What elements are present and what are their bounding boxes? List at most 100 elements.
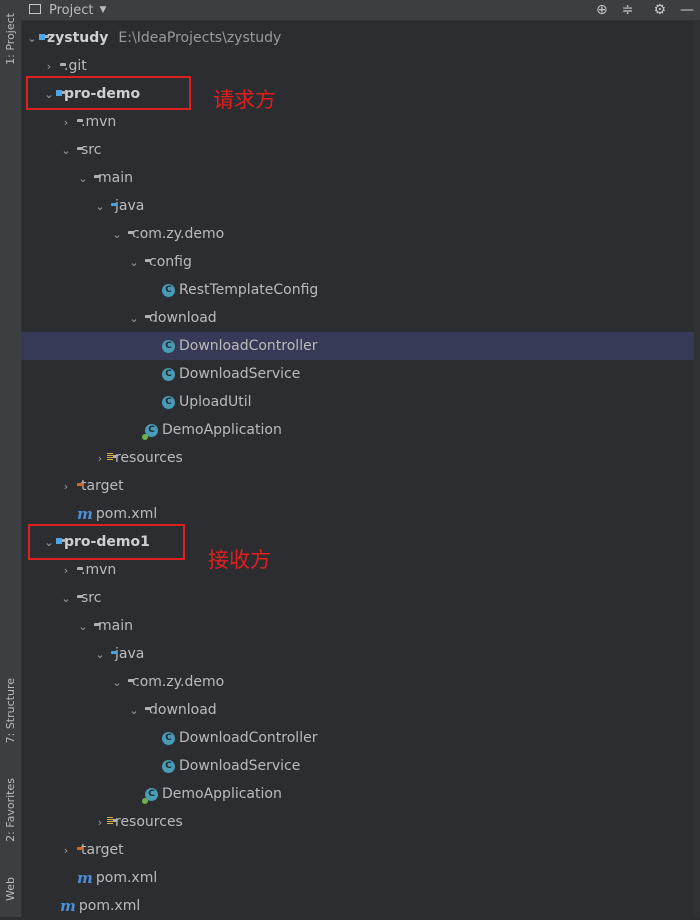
chevron-down-icon[interactable]: ⌄: [93, 200, 107, 213]
chevron-right-icon[interactable]: ›: [59, 480, 73, 493]
tree-row-root-pom[interactable]: m pom.xml: [21, 892, 700, 920]
target-folder-label: target: [81, 842, 124, 858]
web-tool-tab[interactable]: Web: [0, 864, 21, 914]
scrollbar[interactable]: [694, 20, 700, 917]
class-icon: C: [162, 283, 175, 297]
chevron-down-icon[interactable]: ⌄: [25, 32, 39, 45]
chevron-down-icon[interactable]: ⌄: [110, 228, 124, 241]
hide-icon[interactable]: —: [680, 0, 694, 20]
tree-row-demo-application[interactable]: › C DemoApplication: [21, 780, 700, 808]
chevron-down-icon[interactable]: ⌄: [110, 676, 124, 689]
tree-row-root[interactable]: ⌄ zystudy E:\IdeaProjects\zystudy: [21, 24, 700, 52]
tree-row-resources[interactable]: › resources: [21, 808, 700, 836]
chevron-down-icon[interactable]: ▼: [99, 5, 106, 15]
class-icon: C: [162, 367, 175, 381]
tree-row-java[interactable]: ⌄ java: [21, 192, 700, 220]
root-pom-file-label: pom.xml: [78, 898, 141, 914]
project-view-icon: [29, 4, 41, 14]
maven-icon: m: [60, 897, 76, 915]
class-icon: C: [162, 759, 175, 773]
src-folder-label: src: [81, 590, 102, 606]
download-controller-label: DownloadController: [179, 338, 318, 354]
tree-row-mvn[interactable]: › .mvn: [21, 108, 700, 136]
structure-tool-tab-label: 7: Structure: [4, 678, 17, 744]
demo-application-label: DemoApplication: [162, 786, 282, 802]
tree-row-target[interactable]: › target: [21, 472, 700, 500]
config-package-label: config: [149, 254, 192, 270]
structure-tool-tab[interactable]: 7: Structure: [0, 670, 21, 752]
tree-row-java[interactable]: ⌄ java: [21, 640, 700, 668]
upload-util-label: UploadUtil: [179, 394, 252, 410]
locate-icon[interactable]: ⊕: [596, 0, 608, 20]
tree-row-pom[interactable]: m pom.xml: [21, 864, 700, 892]
tree-row-target[interactable]: › target: [21, 836, 700, 864]
chevron-down-icon[interactable]: ⌄: [127, 256, 141, 269]
class-icon: C: [162, 339, 175, 353]
tree-row-src[interactable]: ⌄ src: [21, 136, 700, 164]
main-folder-label: main: [98, 170, 133, 186]
package-label: com.zy.demo: [132, 674, 225, 690]
chevron-down-icon[interactable]: ⌄: [59, 144, 73, 157]
chevron-down-icon[interactable]: ⌄: [59, 592, 73, 605]
tree-row-download-service[interactable]: › C DownloadService: [21, 752, 700, 780]
annotation-box-receiver: [28, 524, 185, 560]
chevron-right-icon[interactable]: ›: [59, 564, 73, 577]
collapse-all-icon[interactable]: ≑: [622, 0, 634, 20]
tree-row-package[interactable]: ⌄ com.zy.demo: [21, 220, 700, 248]
chevron-right-icon[interactable]: ›: [42, 60, 56, 73]
tree-row-download-controller[interactable]: › C DownloadController: [21, 724, 700, 752]
tree-row-config[interactable]: ⌄ config: [21, 248, 700, 276]
src-folder-label: src: [81, 142, 102, 158]
package-label: com.zy.demo: [132, 226, 225, 242]
pom-file-label: pom.xml: [95, 870, 158, 886]
chevron-down-icon[interactable]: ⌄: [76, 620, 90, 633]
mvn-folder-label: .mvn: [81, 562, 117, 578]
favorites-tool-tab[interactable]: 2: Favorites: [0, 768, 21, 852]
mvn-folder-label: .mvn: [81, 114, 117, 130]
spring-boot-app-icon: C: [145, 423, 158, 437]
tree-row-rest-template-config[interactable]: › C RestTemplateConfig: [21, 276, 700, 304]
tree-row-src[interactable]: ⌄ src: [21, 584, 700, 612]
resources-folder-label: resources: [115, 450, 183, 466]
tree-row-upload-util[interactable]: › C UploadUtil: [21, 388, 700, 416]
chevron-right-icon[interactable]: ›: [59, 116, 73, 129]
java-folder-label: java: [115, 646, 145, 662]
tree-row-download[interactable]: ⌄ download: [21, 304, 700, 332]
tree-row-demo-application[interactable]: › C DemoApplication: [21, 416, 700, 444]
annotation-receiver: 接收方: [208, 548, 271, 572]
chevron-down-icon[interactable]: ⌄: [127, 704, 141, 717]
tree-row-download[interactable]: ⌄ download: [21, 696, 700, 724]
class-icon: C: [162, 395, 175, 409]
root-project-name: zystudy: [47, 30, 109, 46]
download-package-label: download: [149, 310, 217, 326]
chevron-down-icon[interactable]: ⌄: [93, 648, 107, 661]
tree-row-resources[interactable]: › resources: [21, 444, 700, 472]
tree-row-download-service[interactable]: › C DownloadService: [21, 360, 700, 388]
maven-icon: m: [77, 869, 93, 887]
tree-row-main[interactable]: ⌄ main: [21, 612, 700, 640]
tree-row-main[interactable]: ⌄ main: [21, 164, 700, 192]
chevron-down-icon[interactable]: ⌄: [76, 172, 90, 185]
tree-row-mvn[interactable]: › .mvn: [21, 556, 700, 584]
web-tool-tab-label: Web: [4, 877, 17, 901]
chevron-down-icon[interactable]: ⌄: [127, 312, 141, 325]
tree-row-download-controller[interactable]: › C DownloadController: [21, 332, 700, 360]
project-view-selector[interactable]: Project: [49, 3, 93, 18]
pom-file-label: pom.xml: [95, 506, 158, 522]
chevron-right-icon[interactable]: ›: [93, 816, 107, 829]
spring-boot-app-icon: C: [145, 787, 158, 801]
project-tool-tab-label: 1: Project: [4, 13, 17, 65]
tool-window-strip: 1: Project 7: Structure 2: Favorites Web: [0, 0, 22, 917]
resources-folder-label: resources: [115, 814, 183, 830]
chevron-right-icon[interactable]: ›: [59, 844, 73, 857]
favorites-tool-tab-label: 2: Favorites: [4, 778, 17, 842]
download-service-label: DownloadService: [179, 758, 301, 774]
class-icon: C: [162, 731, 175, 745]
annotation-box-requester: [26, 76, 191, 110]
project-panel-header: Project ▼ ⊕ ≑ ⚙ —: [21, 0, 700, 21]
chevron-right-icon[interactable]: ›: [93, 452, 107, 465]
gear-icon[interactable]: ⚙: [653, 0, 666, 20]
target-folder-label: target: [81, 478, 124, 494]
project-tool-tab[interactable]: 1: Project: [0, 4, 21, 74]
tree-row-package[interactable]: ⌄ com.zy.demo: [21, 668, 700, 696]
